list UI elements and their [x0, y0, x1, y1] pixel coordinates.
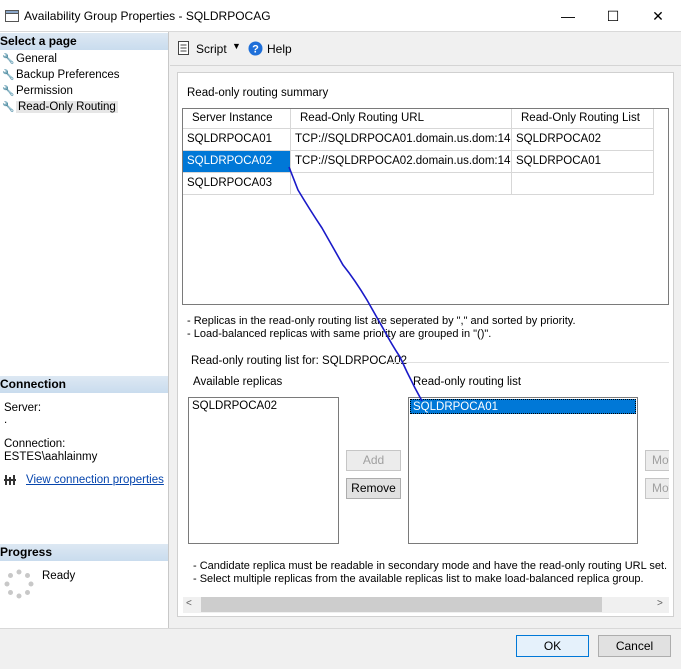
- scroll-right-icon[interactable]: >: [657, 598, 663, 609]
- routing-note-2: - Select multiple replicas from the avai…: [193, 573, 644, 585]
- table-cell[interactable]: SQLDRPOCA01: [183, 129, 291, 151]
- routing-note-1: - Candidate replica must be readable in …: [193, 560, 668, 572]
- help-icon: ?: [248, 41, 263, 56]
- table-cell[interactable]: TCP://SQLDRPOCA02.domain.us.dom:1433: [291, 151, 512, 173]
- page-item-label: Backup Preferences: [16, 69, 120, 81]
- table-cell[interactable]: SQLDRPOCA01: [512, 151, 654, 173]
- table-cell[interactable]: [512, 173, 654, 195]
- page-item-permission[interactable]: 🔧 Permission: [2, 83, 73, 99]
- routing-summary-label: Read-only routing summary: [187, 87, 329, 99]
- add-button[interactable]: Add: [346, 450, 401, 471]
- page-item-label: General: [16, 53, 57, 65]
- scroll-left-icon[interactable]: <: [186, 598, 192, 609]
- footer-separator: [0, 628, 681, 629]
- available-replicas-label: Available replicas: [193, 376, 283, 388]
- maximize-icon: ☐: [606, 8, 620, 24]
- routing-list-for-label: Read-only routing list for: SQLDRPOCA02: [191, 355, 408, 367]
- summary-note-2: - Load-balanced replicas with same prior…: [187, 328, 492, 340]
- svg-text:?: ?: [252, 44, 259, 56]
- wrench-icon: 🔧: [2, 102, 15, 113]
- minimize-button[interactable]: —: [545, 0, 591, 32]
- table-cell[interactable]: [291, 173, 512, 195]
- maximize-button[interactable]: ☐: [590, 0, 636, 32]
- cancel-button[interactable]: Cancel: [598, 635, 671, 657]
- wrench-icon: 🔧: [2, 70, 15, 81]
- script-icon: [178, 41, 189, 55]
- scrollbar-thumb[interactable]: [201, 597, 602, 612]
- toolbar: [170, 32, 681, 66]
- connection-label: Connection:: [4, 438, 66, 450]
- move-down-button-clip: Move Down: [645, 478, 669, 499]
- page-item-backup-preferences[interactable]: 🔧 Backup Preferences: [2, 67, 120, 83]
- window-title: Availability Group Properties - SQLDRPOC…: [24, 9, 271, 23]
- page-item-general[interactable]: 🔧 General: [2, 51, 57, 67]
- close-icon: ✕: [652, 8, 664, 24]
- select-page-header: Select a page: [0, 33, 168, 50]
- progress-spinner-icon: [4, 569, 34, 599]
- app-icon: [5, 10, 19, 22]
- wrench-icon: 🔧: [2, 54, 15, 65]
- server-label: Server:: [4, 402, 42, 414]
- page-item-label: Permission: [16, 85, 73, 97]
- summary-note-1: - Replicas in the read-only routing list…: [187, 315, 576, 327]
- title-bar: Availability Group Properties - SQLDRPOC…: [0, 0, 681, 32]
- table-cell[interactable]: TCP://SQLDRPOCA01.domain.us.dom:1433: [291, 129, 512, 151]
- available-replicas-list[interactable]: SQLDRPOCA02: [188, 397, 339, 544]
- left-pane: [0, 32, 169, 628]
- page-item-label: Read-Only Routing: [16, 101, 118, 113]
- table-cell-selected[interactable]: SQLDRPOCA02: [183, 151, 291, 173]
- ok-button[interactable]: OK: [516, 635, 589, 657]
- minimize-icon: —: [561, 8, 575, 24]
- read-only-routing-list[interactable]: SQLDRPOCA01: [408, 397, 638, 544]
- progress-header: Progress: [0, 544, 168, 561]
- close-button[interactable]: ✕: [635, 0, 681, 32]
- view-connection-properties-link[interactable]: View connection properties: [26, 474, 164, 486]
- column-header-routing-list[interactable]: Read-Only Routing List: [512, 109, 654, 129]
- script-dropdown-icon[interactable]: ▼: [232, 41, 241, 51]
- table-cell[interactable]: SQLDRPOCA02: [512, 129, 654, 151]
- progress-status: Ready: [42, 570, 76, 582]
- group-separator: [390, 362, 669, 363]
- wrench-icon: 🔧: [2, 86, 15, 97]
- help-label: Help: [267, 42, 292, 56]
- connection-value: ESTES\aahlainmy: [4, 451, 98, 463]
- connection-properties-icon: [4, 475, 16, 485]
- server-value: .: [4, 414, 8, 426]
- script-label: Script: [196, 42, 227, 56]
- page-item-read-only-routing[interactable]: 🔧 Read-Only Routing: [2, 99, 118, 115]
- routing-list-label: Read-only routing list: [413, 376, 522, 388]
- move-down-button[interactable]: Move Down: [645, 478, 669, 499]
- move-up-button[interactable]: Move Up: [645, 450, 669, 471]
- column-header-server-instance[interactable]: Server Instance: [183, 109, 291, 129]
- list-item-selected[interactable]: SQLDRPOCA01: [410, 399, 636, 414]
- move-up-button-clip: Move Up: [645, 450, 669, 471]
- connection-header: Connection: [0, 376, 168, 393]
- column-header-routing-url[interactable]: Read-Only Routing URL: [291, 109, 512, 129]
- table-cell[interactable]: SQLDRPOCA03: [183, 173, 291, 195]
- routing-summary-grid[interactable]: Server Instance Read-Only Routing URL Re…: [182, 108, 669, 305]
- list-item[interactable]: SQLDRPOCA02: [190, 399, 337, 414]
- remove-button[interactable]: Remove: [346, 478, 401, 499]
